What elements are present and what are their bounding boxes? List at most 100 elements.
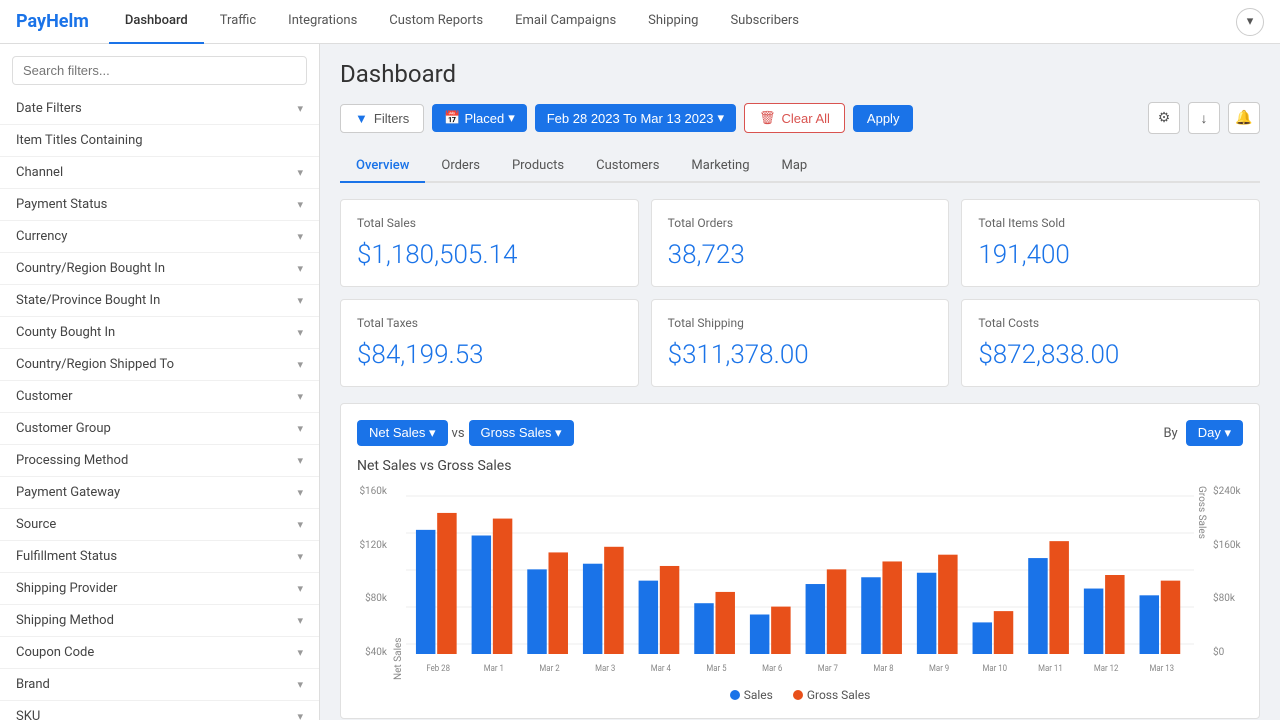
sidebar-item-shipping-provider[interactable]: Shipping Provider▾ — [0, 573, 319, 605]
y-axis-left-title: Net Sales — [393, 486, 404, 680]
sidebar-item-country-region-bought-in[interactable]: Country/Region Bought In▾ — [0, 253, 319, 285]
nav-item-dashboard[interactable]: Dashboard — [109, 0, 204, 44]
sidebar-item-currency[interactable]: Currency ▾ — [0, 221, 319, 253]
user-icon: ▾ — [1247, 14, 1254, 29]
sidebar-item-label: Payment Gateway — [16, 485, 120, 500]
clear-all-button[interactable]: 🗑 Clear All — [744, 103, 845, 133]
apply-button[interactable]: Apply — [853, 105, 914, 132]
nav-items: DashboardTrafficIntegrationsCustom Repor… — [109, 0, 815, 44]
gross-sales-button[interactable]: Gross Sales ▾ — [469, 420, 574, 446]
metric-value: 38,723 — [668, 240, 933, 270]
bell-icon: 🔔 — [1235, 110, 1252, 126]
settings-button[interactable]: ⚙ — [1148, 102, 1180, 134]
sidebar-item-item-titles-containing[interactable]: Item Titles Containing — [0, 125, 319, 157]
sidebar-item-label: Coupon Code — [16, 645, 94, 660]
sidebar-item-date-filters[interactable]: Date Filters▾ — [0, 93, 319, 125]
nav-item-traffic[interactable]: Traffic — [204, 0, 272, 44]
nav-item-email-campaigns[interactable]: Email Campaigns — [499, 0, 632, 44]
gross-bar — [604, 547, 623, 654]
filters-button[interactable]: ▼ Filters — [340, 104, 424, 133]
tab-products[interactable]: Products — [496, 150, 580, 183]
y-axis-right: $240k $160k $80k $0 — [1207, 486, 1243, 680]
gross-bar — [771, 607, 790, 654]
sidebar-item-country-region-shipped-to[interactable]: Country/Region Shipped To▾ — [0, 349, 319, 381]
notification-button[interactable]: 🔔 — [1228, 102, 1260, 134]
net-bar — [639, 581, 658, 654]
x-label: Mar 4 — [651, 664, 671, 675]
sidebar-item-payment-gateway[interactable]: Payment Gateway▾ — [0, 477, 319, 509]
x-label: Mar 2 — [539, 664, 559, 675]
y-axis-right-title: Gross Sales — [1196, 486, 1207, 680]
sidebar-item-processing-method[interactable]: Processing Method▾ — [0, 445, 319, 477]
net-bar — [861, 577, 880, 654]
gross-bar — [994, 611, 1013, 654]
sidebar-item-sku[interactable]: SKU▾ — [0, 701, 319, 720]
nav-item-custom-reports[interactable]: Custom Reports — [373, 0, 499, 44]
placed-button[interactable]: 📅 Placed ▾ — [432, 104, 526, 132]
metric-label: Total Sales — [357, 216, 622, 230]
net-bar — [1028, 558, 1047, 654]
legend-item-gross-sales: Gross Sales — [793, 688, 870, 702]
sidebar-item-state-province-bought-in[interactable]: State/Province Bought In▾ — [0, 285, 319, 317]
legend-item-sales: Sales — [730, 688, 773, 702]
date-range-button[interactable]: Feb 28 2023 To Mar 13 2023 ▾ — [535, 104, 736, 132]
tab-marketing[interactable]: Marketing — [675, 150, 765, 183]
content-area: Dashboard ▼ Filters 📅 Placed ▾ Feb 28 20… — [320, 44, 1280, 720]
user-menu-button[interactable]: ▾ — [1236, 8, 1264, 36]
sidebar-item-coupon-code[interactable]: Coupon Code▾ — [0, 637, 319, 669]
metric-card-total-shipping: Total Shipping$311,378.00 — [651, 299, 950, 387]
sidebar-item-brand[interactable]: Brand▾ — [0, 669, 319, 701]
brand-logo[interactable]: PayHelm — [16, 11, 89, 32]
search-input[interactable] — [12, 56, 307, 85]
y-axis-left: $160k $120k $80k $40k — [357, 486, 393, 680]
gross-bar — [437, 513, 456, 654]
nav-item-subscribers[interactable]: Subscribers — [714, 0, 815, 44]
chart-legend: Sales Gross Sales — [357, 688, 1243, 702]
calendar-icon: 📅 — [444, 110, 460, 126]
gross-bar — [1161, 581, 1180, 654]
sidebar-item-county-bought-in[interactable]: County Bought In▾ — [0, 317, 319, 349]
day-button[interactable]: Day ▾ — [1186, 420, 1243, 446]
navbar-right: ▾ — [1236, 8, 1264, 36]
tab-orders[interactable]: Orders — [425, 150, 496, 183]
net-sales-button[interactable]: Net Sales ▾ — [357, 420, 448, 446]
download-icon: ↓ — [1201, 110, 1208, 127]
sidebar-item-channel[interactable]: Channel▾ — [0, 157, 319, 189]
x-label: Mar 10 — [983, 664, 1008, 675]
chart-container: Net Sales ▾ vs Gross Sales ▾ By Day ▾ Ne… — [340, 403, 1260, 719]
sidebar-item-shipping-method[interactable]: Shipping Method▾ — [0, 605, 319, 637]
chevron-down-icon: ▾ — [297, 262, 303, 275]
sidebar-item-label: Currency — [16, 229, 67, 244]
net-bar — [583, 564, 602, 654]
metric-card-total-items-sold: Total Items Sold191,400 — [961, 199, 1260, 287]
gross-bar — [548, 552, 567, 654]
sidebar-item-fulfillment-status[interactable]: Fulfillment Status▾ — [0, 541, 319, 573]
download-button[interactable]: ↓ — [1188, 102, 1220, 134]
metric-label: Total Shipping — [668, 316, 933, 330]
x-label: Mar 8 — [873, 664, 893, 675]
tab-customers[interactable]: Customers — [580, 150, 675, 183]
gross-bar — [938, 555, 957, 654]
tab-map[interactable]: Map — [766, 150, 824, 183]
nav-item-integrations[interactable]: Integrations — [272, 0, 373, 44]
chevron-down-icon: ▾ — [297, 710, 303, 720]
x-label: Mar 9 — [929, 664, 949, 675]
gross-bar — [660, 566, 679, 654]
nav-item-shipping[interactable]: Shipping — [632, 0, 714, 44]
sidebar-item-payment-status[interactable]: Payment Status▾ — [0, 189, 319, 221]
sidebar-item-customer[interactable]: Customer▾ — [0, 381, 319, 413]
tab-overview[interactable]: Overview — [340, 150, 425, 183]
chevron-down-icon: ▾ — [297, 454, 303, 467]
chevron-down-icon: ▾ — [297, 422, 303, 435]
legend-label: Gross Sales — [807, 688, 870, 702]
metric-card-total-taxes: Total Taxes$84,199.53 — [340, 299, 639, 387]
legend-label: Sales — [744, 688, 773, 702]
sidebar-items: Date Filters▾Item Titles ContainingChann… — [0, 93, 319, 720]
sidebar-item-customer-group[interactable]: Customer Group▾ — [0, 413, 319, 445]
sidebar-item-source[interactable]: Source▾ — [0, 509, 319, 541]
sidebar-item-label: Source — [16, 517, 56, 532]
chevron-down-icon: ▾ — [297, 230, 303, 243]
gross-sales-chevron: ▾ — [555, 425, 562, 440]
chevron-down-icon: ▾ — [297, 102, 303, 115]
net-bar — [1084, 589, 1103, 654]
